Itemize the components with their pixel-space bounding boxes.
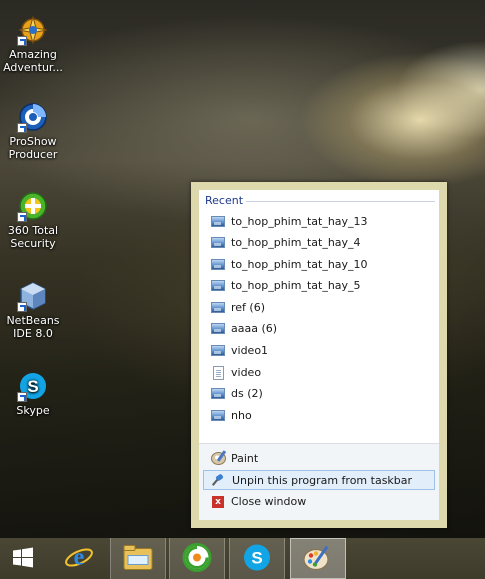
image-file-icon [211, 410, 225, 421]
image-file-icon [211, 388, 225, 399]
taskbar: e S [0, 538, 485, 579]
svg-text:S: S [27, 377, 38, 396]
start-button[interactable] [0, 538, 46, 579]
image-file-icon [211, 302, 225, 313]
file-explorer-icon [123, 544, 153, 573]
recent-item[interactable]: video [203, 363, 435, 383]
task-paint[interactable]: Paint [203, 449, 435, 469]
amazing-adventures-icon [17, 14, 49, 46]
image-file-icon [211, 345, 225, 356]
desktop-icon-label: ProShow Producer [8, 135, 58, 161]
taskbar-internet-explorer[interactable]: e [50, 538, 108, 579]
recent-item[interactable]: to_hop_phim_tat_hay_13 [203, 212, 435, 232]
windows-start-icon [13, 547, 33, 570]
desktop-icon-amazing-adventures[interactable]: Amazing Adventur... [0, 14, 66, 74]
360-total-security-icon [17, 190, 49, 222]
recent-item[interactable]: ref (6) [203, 298, 435, 318]
recent-header: Recent [205, 194, 244, 207]
desktop-icon-label: Amazing Adventur... [3, 48, 63, 74]
taskbar-file-explorer[interactable] [110, 538, 166, 579]
netbeans-ide-icon [17, 280, 49, 312]
desktop-icon-netbeans[interactable]: NetBeans IDE 8.0 [0, 280, 66, 340]
tasks-section: Paint Unpin this program from taskbar x … [199, 443, 439, 520]
recent-item-label: video [231, 366, 262, 379]
recent-item-label: to_hop_phim_tat_hay_10 [231, 258, 368, 271]
paint-icon [302, 542, 334, 575]
desktop-icon-label: NetBeans IDE 8.0 [6, 314, 60, 340]
recent-header-divider [246, 201, 435, 202]
desktop-icon-360-total-security[interactable]: 360 Total Security [0, 190, 66, 250]
recent-item-label: ref (6) [231, 301, 265, 314]
desktop-icon-proshow-producer[interactable]: ProShow Producer [0, 101, 66, 161]
taskbar-paint[interactable] [290, 538, 346, 579]
desktop-icon-label: 360 Total Security [7, 224, 59, 250]
internet-explorer-icon: e [64, 542, 94, 575]
jump-list-panel: Recent to_hop_phim_tat_hay_13 to_hop_phi… [199, 190, 439, 520]
document-file-icon [213, 366, 224, 380]
recent-item[interactable]: ds (2) [203, 384, 435, 404]
desktop-icon-skype[interactable]: S Skype [0, 370, 66, 417]
task-unpin[interactable]: Unpin this program from taskbar [203, 470, 435, 490]
taskbar-greenshot[interactable] [169, 538, 225, 579]
recent-item[interactable]: video1 [203, 341, 435, 361]
paint-icon [211, 452, 226, 465]
image-file-icon [211, 323, 225, 334]
proshow-producer-icon [17, 101, 49, 133]
recent-item-label: to_hop_phim_tat_hay_13 [231, 215, 368, 228]
recent-item-label: video1 [231, 344, 269, 357]
recent-item-label: to_hop_phim_tat_hay_4 [231, 236, 361, 249]
task-label: Close window [231, 495, 307, 508]
recent-item-label: to_hop_phim_tat_hay_5 [231, 279, 361, 292]
recent-item[interactable]: to_hop_phim_tat_hay_10 [203, 255, 435, 275]
svg-text:S: S [251, 548, 262, 567]
recent-item[interactable]: to_hop_phim_tat_hay_4 [203, 233, 435, 253]
recent-item[interactable]: to_hop_phim_tat_hay_5 [203, 276, 435, 296]
recent-item-label: ds (2) [231, 387, 263, 400]
recent-item-label: nho [231, 409, 252, 422]
image-file-icon [211, 259, 225, 270]
taskbar-jump-list: Recent to_hop_phim_tat_hay_13 to_hop_phi… [191, 182, 447, 528]
image-file-icon [211, 280, 225, 291]
recent-item-label: aaaa (6) [231, 322, 278, 335]
svg-text:e: e [74, 544, 85, 570]
taskbar-skype[interactable]: S [229, 538, 285, 579]
skype-icon: S [242, 542, 272, 575]
image-file-icon [211, 237, 225, 248]
skype-icon: S [17, 370, 49, 402]
image-file-icon [211, 216, 225, 227]
task-label: Paint [231, 452, 259, 465]
recent-section: Recent to_hop_phim_tat_hay_13 to_hop_phi… [199, 190, 439, 444]
greenshot-icon [182, 542, 212, 575]
unpin-icon [212, 474, 226, 486]
task-close-window[interactable]: x Close window [203, 492, 435, 512]
desktop-icon-label: Skype [16, 404, 50, 417]
close-window-icon: x [212, 496, 224, 508]
recent-item[interactable]: aaaa (6) [203, 319, 435, 339]
task-label: Unpin this program from taskbar [232, 474, 413, 487]
recent-item[interactable]: nho [203, 406, 435, 426]
